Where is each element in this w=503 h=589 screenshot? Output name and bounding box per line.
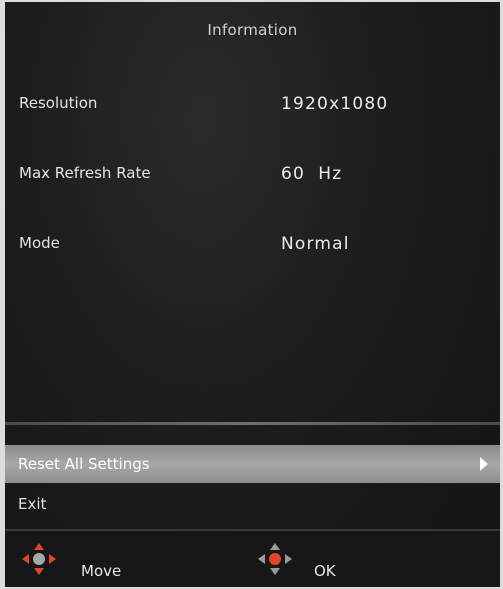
reset-all-settings-label: Reset All Settings [18, 455, 150, 473]
refresh-rate-label: Max Refresh Rate [19, 164, 151, 182]
page-title: Information [207, 21, 298, 39]
footer-bar: Move OK [5, 529, 500, 587]
reset-all-settings-item[interactable]: Reset All Settings [5, 445, 500, 483]
mode-value: Normal [281, 234, 350, 254]
resolution-label: Resolution [19, 94, 98, 112]
chevron-right-icon [480, 457, 488, 471]
move-label: Move [81, 562, 122, 580]
dpad-ok-icon [258, 543, 292, 575]
refresh-rate-value: 60 Hz [281, 164, 343, 184]
footer-divider [5, 529, 500, 531]
section-divider [5, 422, 500, 425]
mode-label: Mode [19, 234, 60, 252]
dpad-move-icon [22, 543, 56, 575]
osd-panel: Information Resolution 1920x1080 Max Ref… [5, 2, 500, 587]
exit-item[interactable]: Exit [5, 485, 500, 523]
ok-label: OK [314, 562, 336, 580]
resolution-value: 1920x1080 [281, 94, 389, 114]
exit-label: Exit [18, 495, 47, 513]
